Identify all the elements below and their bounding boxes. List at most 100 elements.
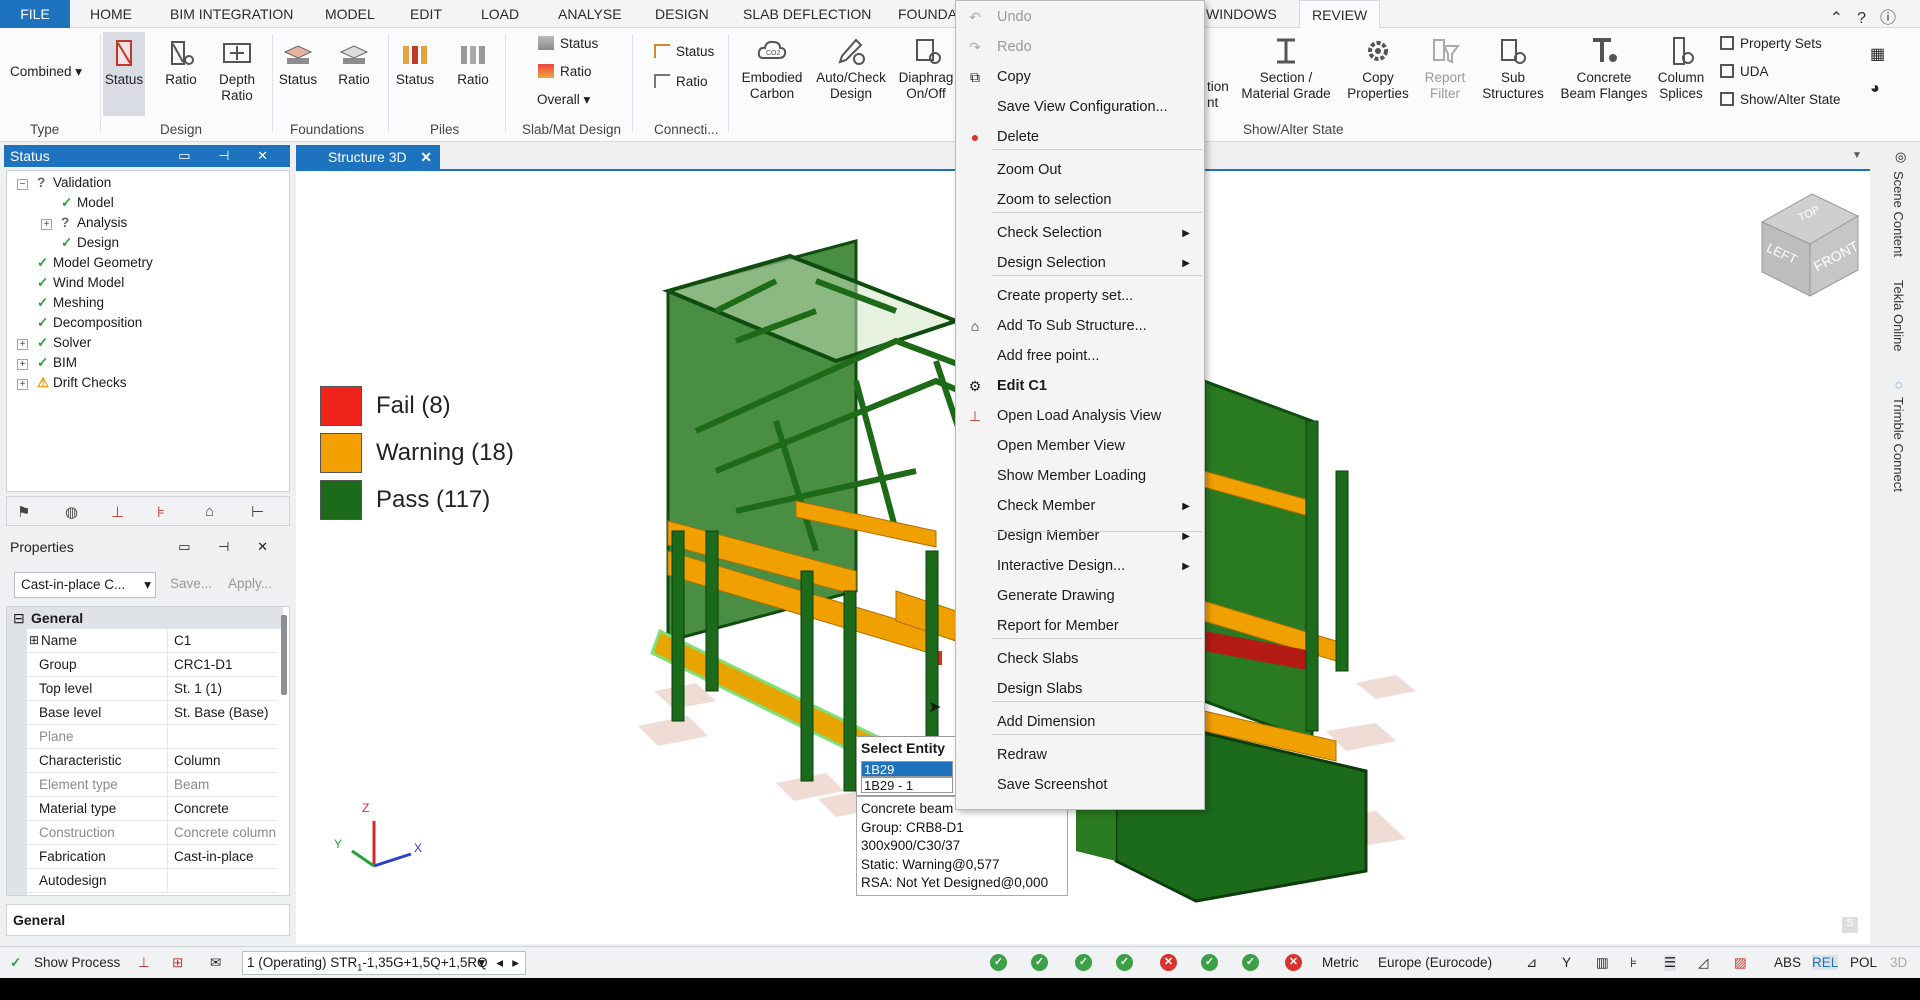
property-row[interactable]: Autodesign bbox=[27, 869, 277, 893]
context-menu-item[interactable]: Add Dimension bbox=[956, 714, 1204, 730]
snap-tool-icon[interactable]: ⊿ bbox=[1526, 955, 1537, 971]
close-icon[interactable]: ✕ bbox=[420, 145, 432, 169]
check-fail-icon[interactable]: ✕ bbox=[1160, 954, 1177, 971]
context-menu-item[interactable]: Redraw bbox=[956, 747, 1204, 763]
property-row[interactable]: Plane bbox=[27, 725, 277, 749]
design-code-indicator[interactable]: Europe (Eurocode) bbox=[1378, 955, 1492, 970]
context-menu-item[interactable]: Open Load Analysis View ⊥ bbox=[956, 408, 1204, 424]
units-indicator[interactable]: Metric bbox=[1322, 955, 1359, 970]
snap-icon[interactable]: S bbox=[1842, 917, 1858, 933]
context-menu-item[interactable]: Generate Drawing bbox=[956, 588, 1204, 604]
tab-structure-3d[interactable]: Structure 3D ✕ bbox=[296, 145, 440, 169]
flag-icon[interactable]: ⚑ bbox=[17, 503, 30, 521]
tree-item-meshing[interactable]: ✓ Meshing bbox=[37, 295, 104, 311]
scene-content-icon[interactable]: ◎ bbox=[1895, 149, 1906, 165]
context-menu-item[interactable]: Zoom to selection bbox=[956, 192, 1204, 208]
context-menu-item[interactable]: Redo ↷ bbox=[956, 39, 1204, 55]
tab-slab-deflection[interactable]: SLAB DEFLECTION bbox=[743, 6, 871, 22]
expand-icon[interactable]: + bbox=[17, 379, 28, 390]
context-menu-item[interactable]: Check Member ▶ bbox=[956, 498, 1204, 514]
panel-header-icons[interactable]: ▭ ⊣ ✕ bbox=[178, 145, 280, 167]
properties-filter-select[interactable]: Cast-in-place C... ▾ bbox=[14, 572, 156, 598]
tree-item-analysis[interactable]: ? Analysis bbox=[61, 215, 127, 230]
select-entity-option[interactable]: 1B29 bbox=[861, 761, 953, 777]
window-controls[interactable]: ⌃?ⓘ bbox=[1830, 4, 1910, 28]
check-ok-icon[interactable]: ✓ bbox=[1031, 954, 1048, 971]
scrollbar[interactable] bbox=[281, 615, 287, 695]
tree-item-decomposition[interactable]: ✓ Decomposition bbox=[37, 315, 142, 331]
context-menu-item[interactable]: Copy ⧉ bbox=[956, 69, 1204, 85]
depth-ratio-button[interactable]: Depth Ratio bbox=[214, 38, 260, 104]
tab-home[interactable]: HOME bbox=[90, 6, 132, 22]
levels-icon[interactable]: ⊞ bbox=[172, 955, 183, 971]
property-row[interactable]: Fabrication Cast-in-place bbox=[27, 845, 277, 869]
slab-overall-combo[interactable]: Overall ▾ bbox=[537, 92, 590, 108]
select-entity-option[interactable]: 1B29 - 1 bbox=[861, 777, 953, 793]
slab-status-button[interactable]: Status bbox=[538, 36, 598, 51]
tab-windows[interactable]: WINDOWS bbox=[1206, 6, 1277, 22]
collapse-ribbon-icon[interactable]: ⌃ bbox=[1830, 10, 1857, 27]
ruler-icon[interactable]: ◿ bbox=[1698, 955, 1708, 971]
expand-icon[interactable]: + bbox=[17, 339, 28, 350]
levels-icon[interactable]: ⊧ bbox=[157, 503, 165, 521]
property-row[interactable]: Material type Concrete bbox=[27, 797, 277, 821]
expand-icon[interactable]: + bbox=[41, 219, 52, 230]
context-menu-item[interactable]: Check Selection ▶ bbox=[956, 225, 1204, 241]
check-ok-icon[interactable]: ✓ bbox=[1201, 954, 1218, 971]
property-value[interactable]: St. Base (Base) bbox=[167, 701, 277, 724]
context-menu-item[interactable]: Add free point... bbox=[956, 348, 1204, 364]
show-process-button[interactable]: Show Process bbox=[34, 955, 120, 970]
tab-load[interactable]: LOAD bbox=[481, 6, 519, 22]
collapse-icon[interactable]: ⊟ bbox=[13, 607, 25, 629]
property-value[interactable]: CRC1-D1 bbox=[167, 653, 277, 676]
grid-icon[interactable]: ⊢ bbox=[251, 503, 264, 521]
abs-toggle[interactable]: ABS bbox=[1774, 955, 1801, 970]
info-icon[interactable]: ⓘ bbox=[1880, 10, 1910, 27]
tab-model[interactable]: MODEL bbox=[325, 6, 375, 22]
diaphragm-button[interactable]: Diaphrag On/Off bbox=[898, 36, 958, 102]
embodied-carbon-button[interactable]: CO2 Embodied Carbon bbox=[740, 36, 804, 102]
context-menu-item[interactable]: Report for Member bbox=[956, 618, 1204, 634]
tree-item-wind-model[interactable]: ✓ Wind Model bbox=[37, 275, 124, 291]
property-row[interactable]: Element type Beam bbox=[27, 773, 277, 797]
column-splices-button[interactable]: Column Splices bbox=[1655, 36, 1707, 102]
property-value[interactable]: Concrete bbox=[167, 797, 277, 820]
property-row[interactable]: ⊞ Name C1 bbox=[27, 629, 277, 653]
globe-icon[interactable]: ◍ bbox=[65, 503, 78, 521]
trimble-connect-tab[interactable]: Trimble Connect bbox=[1891, 397, 1906, 492]
property-row[interactable]: Characteristic Column bbox=[27, 749, 277, 773]
show-alter-state-button[interactable]: Show/Alter State bbox=[1720, 92, 1841, 107]
chevron-down-icon[interactable]: ▾ bbox=[478, 952, 485, 974]
context-menu-item[interactable]: Save Screenshot bbox=[956, 777, 1204, 793]
table-icon[interactable]: ▦ bbox=[1870, 44, 1885, 64]
building-icon[interactable]: ⌂ bbox=[205, 503, 214, 520]
view-cube[interactable]: TOP LEFT FRONT bbox=[1754, 186, 1864, 301]
property-row[interactable]: Base level St. Base (Base) bbox=[27, 701, 277, 725]
tree-item-solver[interactable]: ✓ Solver bbox=[37, 335, 91, 351]
fork-icon[interactable]: Y bbox=[1562, 955, 1571, 970]
property-value[interactable]: C1 bbox=[167, 629, 277, 652]
levels-icon[interactable]: ⊧ bbox=[1630, 955, 1637, 971]
check-ok-icon[interactable]: ✓ bbox=[1075, 954, 1092, 971]
hatch-icon[interactable]: ▨ bbox=[1734, 955, 1747, 971]
property-value[interactable]: St. 1 (1) bbox=[167, 677, 277, 700]
check-ok-icon[interactable]: ✓ bbox=[1116, 954, 1133, 971]
context-menu-item[interactable]: Delete ● bbox=[956, 129, 1204, 145]
property-sets-button[interactable]: Property Sets bbox=[1720, 36, 1822, 51]
property-row[interactable]: Group CRC1-D1 bbox=[27, 653, 277, 677]
property-value[interactable]: Column bbox=[167, 749, 277, 772]
check-fail-icon[interactable]: ✕ bbox=[1285, 954, 1302, 971]
connections-ratio-button[interactable]: Ratio bbox=[654, 74, 708, 89]
pie-icon[interactable]: ◕ bbox=[1870, 80, 1880, 98]
panel-header-icons[interactable]: ▭ ⊣ ✕ bbox=[178, 536, 280, 558]
design-ratio-button[interactable]: Ratio bbox=[160, 38, 202, 88]
property-row[interactable]: Construction Concrete column bbox=[27, 821, 277, 845]
connections-status-button[interactable]: Status bbox=[654, 44, 714, 59]
tree-item-drift-checks[interactable]: ⚠ Drift Checks bbox=[37, 375, 127, 391]
section-material-grade-button[interactable]: Section / Material Grade bbox=[1240, 36, 1332, 102]
load-icon[interactable]: ⊥ bbox=[111, 503, 124, 521]
property-section-general[interactable]: ⊟ General bbox=[7, 607, 283, 629]
property-value[interactable]: Concrete column bbox=[167, 821, 277, 844]
context-menu-item[interactable]: Show Member Loading bbox=[956, 468, 1204, 484]
pol-toggle[interactable]: POL bbox=[1850, 955, 1877, 970]
